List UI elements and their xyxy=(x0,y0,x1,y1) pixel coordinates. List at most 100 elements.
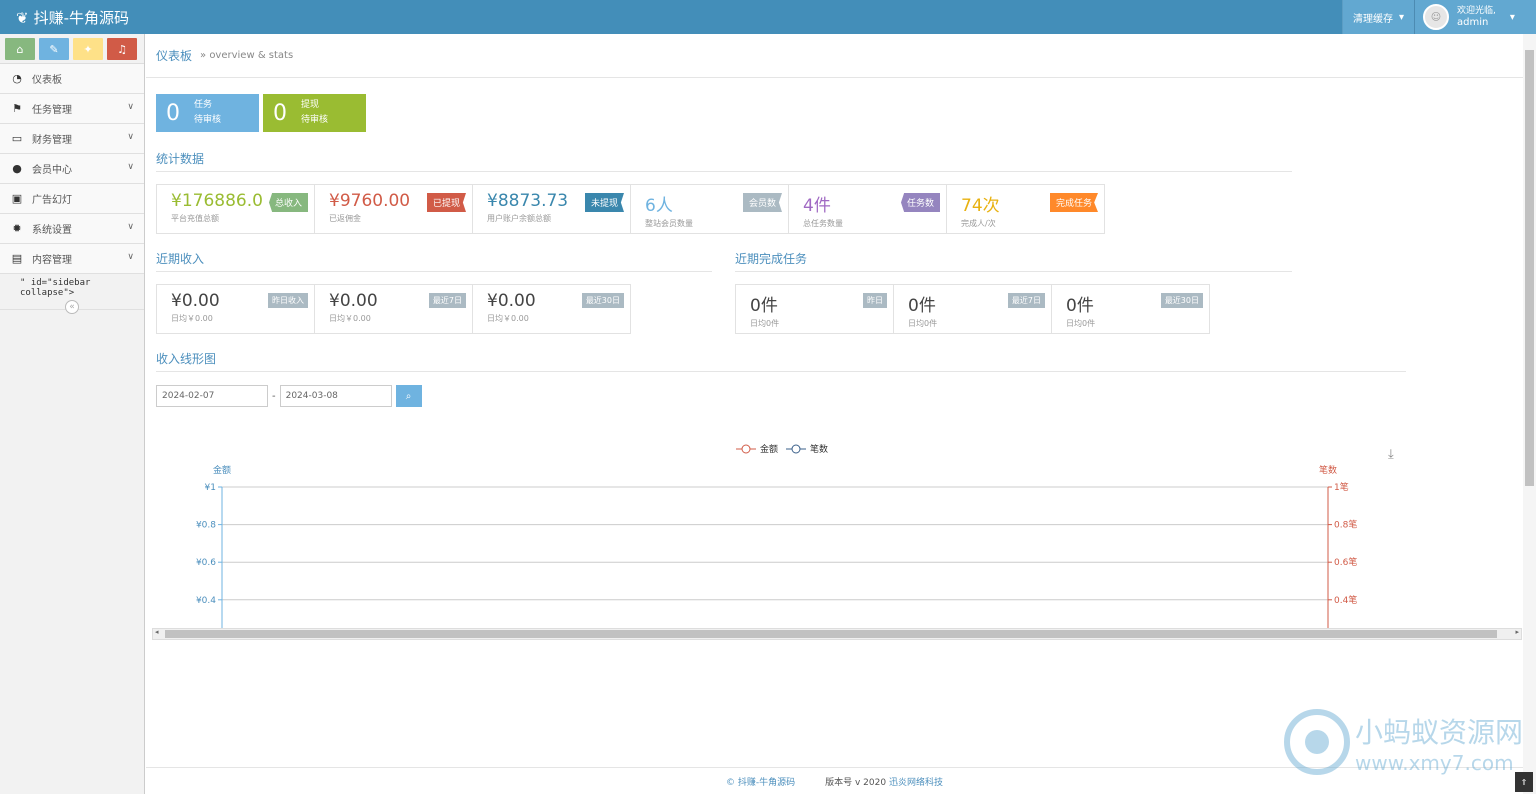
section-title-chart: 收入线形图 xyxy=(156,350,1406,372)
sidebar-item-finance[interactable]: ▭ 财务管理 ∨ xyxy=(0,124,144,154)
pending-tasks-box[interactable]: 0 任务待审核 xyxy=(156,94,259,132)
pending-withdraw-box[interactable]: 0 提现 待审核 xyxy=(263,94,366,132)
sidebar-item-settings[interactable]: ✹ 系统设置 ∨ xyxy=(0,214,144,244)
vertical-scroll-thumb[interactable] xyxy=(1525,50,1534,486)
y2-tick-label: 1笔 xyxy=(1334,481,1349,493)
tasks-desc: 日均0件 xyxy=(908,319,938,328)
sidebar-collapse-button[interactable]: « xyxy=(65,300,79,314)
y2-tick-label: 0.6笔 xyxy=(1334,556,1357,568)
sidebar-item-tasks[interactable]: ⚑ 任务管理 ∨ xyxy=(0,94,144,124)
footer-copyright[interactable]: © 抖赚-牛角源码 xyxy=(726,775,795,788)
sidebar-item-members[interactable]: ● 会员中心 ∨ xyxy=(0,154,144,184)
users-shortcut-button[interactable]: ✦ xyxy=(73,38,103,60)
section-title-stats: 统计数据 xyxy=(156,150,1292,172)
stat-desc: 整站会员数量 xyxy=(645,219,693,228)
stat-tag: 总收入 xyxy=(268,193,308,212)
stat-tag: 完成任务 xyxy=(1049,193,1098,212)
search-icon: ⌕ xyxy=(405,390,412,402)
home-shortcut-button[interactable]: ⌂ xyxy=(5,38,35,60)
chart-svg: 金额 笔数 ⤓金额 笔数¥1 1笔¥0.8 0.8笔¥0.6 0.6笔¥0.4 0.4笔 xyxy=(196,443,1394,630)
sidebar-collapse-text: " id="sidebar collapse"> xyxy=(20,278,91,298)
sidebar-item-label: 内容管理 xyxy=(32,255,72,266)
user-menu[interactable]: ☺ 欢迎光临, admin ▾ xyxy=(1414,0,1536,34)
income-30days: ¥0.00 日均￥0.00 最近30日 xyxy=(472,284,631,334)
income-tag: 最近30日 xyxy=(581,293,624,308)
sidebar-item-label: 任务管理 xyxy=(32,105,72,116)
sidebar-item-label: 系统设置 xyxy=(32,225,72,236)
tasks-row: 0件 日均0件 昨日 0件 日均0件 最近7日 0件 日均0件 最近30日 xyxy=(735,284,1210,334)
legend-marker-count xyxy=(791,444,801,454)
back-to-top-button[interactable]: ⇑ xyxy=(1515,772,1533,792)
tasks-desc: 日均0件 xyxy=(750,319,780,328)
section-title-income: 近期收入 xyxy=(156,250,712,272)
watermark-logo: 小蚂蚁资源网 www.xmy7.com xyxy=(1284,709,1523,775)
chevron-down-icon: ∨ xyxy=(127,102,134,112)
y-tick-label: ¥0.8 xyxy=(196,521,216,531)
wallet-icon: ▭ xyxy=(11,132,23,145)
clear-cache-button[interactable]: 清理缓存 ▾ xyxy=(1341,0,1414,34)
brand[interactable]: ❦ 抖赚-牛角源码 xyxy=(16,7,129,28)
income-tag: 最近7日 xyxy=(428,293,466,308)
tasks-30days: 0件 日均0件 最近30日 xyxy=(1051,284,1210,334)
topbar: ❦ 抖赚-牛角源码 清理缓存 ▾ ☺ 欢迎光临, admin ▾ xyxy=(0,0,1536,34)
pending-label: 任务 xyxy=(194,100,213,110)
user-icon: ● xyxy=(12,162,22,175)
scroll-right-icon[interactable]: ▸ xyxy=(1515,628,1519,636)
watermark-title: 小蚂蚁资源网 xyxy=(1355,716,1523,749)
bell-shortcut-button[interactable]: ♫ xyxy=(107,38,137,60)
chevron-down-icon: ∨ xyxy=(127,222,134,232)
stat-desc: 用户账户余额总额 xyxy=(487,214,551,223)
bell-icon: ♫ xyxy=(117,42,127,56)
leaf-icon: ❦ xyxy=(16,8,29,27)
section-title-tasks: 近期完成任务 xyxy=(735,250,1292,272)
tasks-7days: 0件 日均0件 最近7日 xyxy=(893,284,1052,334)
scroll-left-icon[interactable]: ◂ xyxy=(155,628,159,636)
pending-count: 0 xyxy=(273,100,287,126)
sidebar-item-dashboard[interactable]: ◔ 仪表板 xyxy=(0,64,144,94)
footer-version: 版本号 v 2020 xyxy=(825,777,887,788)
horizontal-scroll-thumb[interactable] xyxy=(165,630,1497,638)
income-desc: 日均￥0.00 xyxy=(487,314,529,323)
book-icon: ▤ xyxy=(11,252,23,265)
legend-marker-amount xyxy=(741,444,751,454)
horizontal-scrollbar[interactable]: ◂ ▸ xyxy=(152,628,1522,640)
stat-desc: 已返佣金 xyxy=(329,214,361,223)
home-icon: ⌂ xyxy=(16,42,24,56)
caret-down-icon: ▾ xyxy=(1398,11,1404,23)
y2-tick-label: 0.8笔 xyxy=(1334,519,1357,531)
tasks-tag: 昨日 xyxy=(863,293,887,308)
vertical-scrollbar[interactable] xyxy=(1523,34,1536,794)
tasks-tag: 最近30日 xyxy=(1160,293,1203,308)
y2-axis-title: 笔数 xyxy=(1319,464,1337,476)
y-tick-label: ¥0.6 xyxy=(196,558,216,568)
sidebar-item-content[interactable]: ▤ 内容管理 ∨ xyxy=(0,244,144,274)
pending-label: 待审核 xyxy=(194,115,222,125)
sidebar-item-ads[interactable]: ▣ 广告幻灯 xyxy=(0,184,144,214)
sidebar: ⌂ ✎ ✦ ♫ ◔ 仪表板 ⚑ 任务管理 ∨ ▭ 财务管理 ∨ ● 会员中心 ∨ ▣ 广告幻灯 … xyxy=(0,34,145,794)
sidebar-item-label: 会员中心 xyxy=(32,165,72,176)
income-desc: 日均￥0.00 xyxy=(171,314,213,323)
edit-shortcut-button[interactable]: ✎ xyxy=(39,38,69,60)
stat-withdrawn: ¥9760.00 已返佣金 已提现 xyxy=(314,184,473,234)
legend-label-count: 笔数 xyxy=(810,443,828,455)
stat-tasks: 4件 总任务数量 任务数 xyxy=(788,184,947,234)
double-chevron-up-icon: ⇑ xyxy=(1520,777,1528,787)
chevron-down-icon: ∨ xyxy=(127,252,134,262)
stat-members: 6人 整站会员数量 会员数 xyxy=(630,184,789,234)
chevron-down-icon: ∨ xyxy=(127,132,134,142)
flag-icon: ⚑ xyxy=(12,102,22,115)
sidebar-item-label: 仪表板 xyxy=(32,75,62,86)
y2-tick-label: 0.4笔 xyxy=(1334,594,1357,606)
picture-icon: ▣ xyxy=(11,192,23,205)
breadcrumb-home[interactable]: 仪表板 xyxy=(156,47,192,64)
footer-company[interactable]: 迅炎网络科技 xyxy=(889,778,943,788)
users-icon: ✦ xyxy=(83,42,93,56)
pending-count: 0 xyxy=(166,100,180,126)
sidebar-item-label: 财务管理 xyxy=(32,135,72,146)
stat-desc: 完成人/次 xyxy=(961,219,996,228)
shortcut-buttons: ⌂ ✎ ✦ ♫ xyxy=(0,34,144,64)
chevron-down-icon: ∨ xyxy=(127,162,134,172)
tasks-yesterday: 0件 日均0件 昨日 xyxy=(735,284,894,334)
clear-cache-label: 清理缓存 xyxy=(1352,13,1393,25)
stat-desc: 总任务数量 xyxy=(803,219,843,228)
